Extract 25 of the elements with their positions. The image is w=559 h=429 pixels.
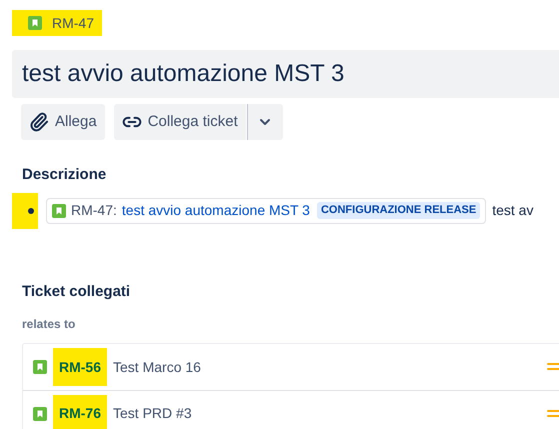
issue-title[interactable]: test avvio automazione MST 3 — [12, 50, 559, 98]
section-heading: Descrizione — [21, 165, 106, 185]
bookmark-icon — [52, 204, 66, 218]
issue-key[interactable]: RM-76 — [53, 394, 108, 429]
bookmark-icon — [33, 360, 47, 374]
issue-key[interactable]: RM-56 — [53, 348, 108, 386]
issue-smart-link[interactable]: RM-47: test avvio automazione MST 3 CONFIGURAZIONE RELEASE — [46, 198, 486, 224]
paperclip-icon — [29, 112, 49, 132]
priority-icon — [547, 362, 559, 372]
status-lozenge: CONFIGURAZIONE RELEASE — [316, 202, 480, 219]
linked-issue-row[interactable]: RM-76 Test PRD #3 — [23, 390, 559, 429]
issue-summary: Test PRD #3 — [113, 404, 192, 423]
description-text: test av — [492, 201, 534, 220]
priority-icon — [547, 408, 559, 418]
bookmark-icon — [33, 406, 47, 420]
linked-issue-row[interactable]: RM-56 Test Marco 16 — [23, 344, 559, 390]
issue-summary: Test Marco 16 — [113, 358, 201, 376]
attach-button[interactable]: Allega — [21, 104, 105, 140]
link-issue-button[interactable]: Collega ticket — [114, 104, 246, 140]
bullet-icon — [28, 208, 34, 214]
relation-label: relates to — [21, 316, 76, 333]
issue-key-link[interactable]: RM-47 — [12, 10, 102, 36]
section-heading: Ticket collegati — [21, 282, 130, 302]
more-actions-button[interactable] — [246, 104, 283, 140]
bookmark-icon — [28, 16, 42, 30]
